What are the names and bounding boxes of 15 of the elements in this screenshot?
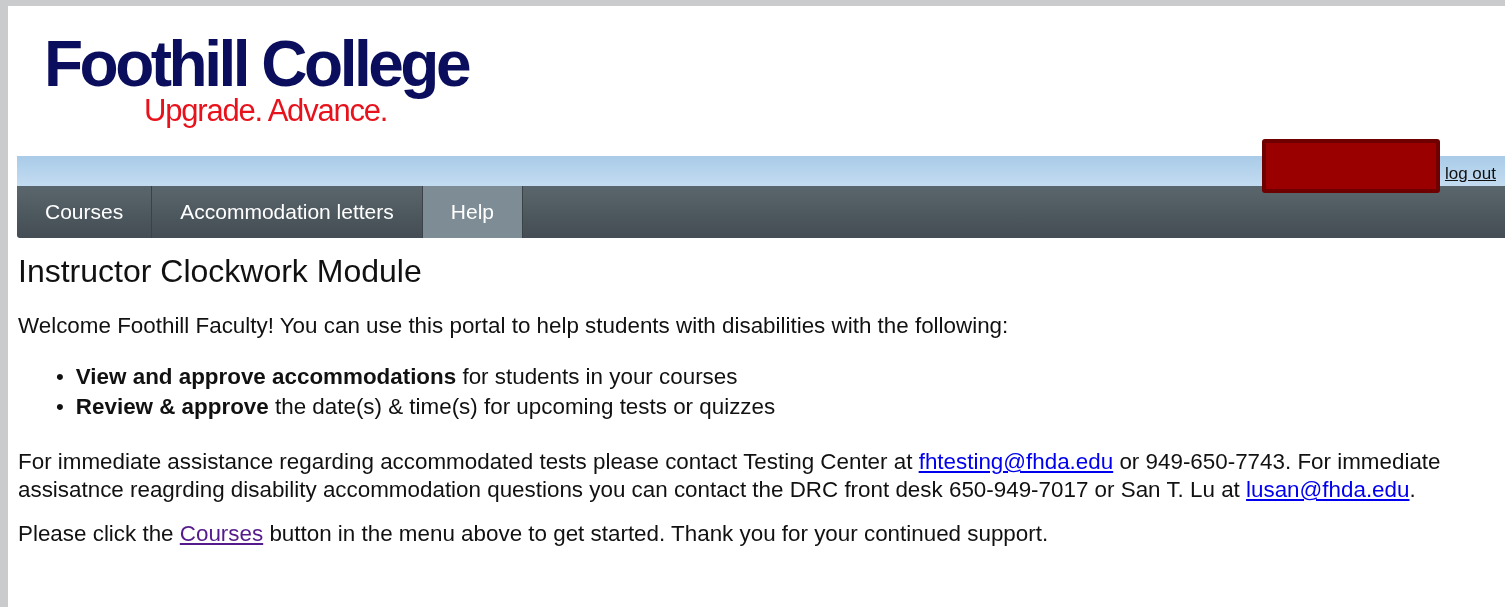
- bullet-item: Review & approve the date(s) & time(s) for upcoming tests or quizzes: [75, 393, 776, 421]
- page-title: Instructor Clockwork Module: [18, 252, 423, 290]
- nav-tab[interactable]: Accommodation letters: [152, 186, 423, 238]
- logo-tagline: Upgrade. Advance.: [144, 94, 388, 128]
- nav-tab[interactable]: Courses: [17, 186, 153, 238]
- logout-link[interactable]: log out: [1444, 164, 1505, 186]
- paragraph: Please click the Courses button in the menu above to get started. Thank you for your continued support.: [18, 520, 1050, 548]
- bullet-marker: •: [56, 393, 64, 421]
- paragraph: For immediate assistance regarding accommodated tests please contact Testing Center at fhtesting@fhda.edu or 949-650-7743. For immediate assisatnce reagrding disability accommodation questions you can contact the DRC front desk 650-949-7017 or San T. Lu at lusan@fhda.edu.: [18, 448, 1442, 504]
- text-link[interactable]: fhtesting@fhda.edu: [918, 449, 1114, 474]
- text-link[interactable]: Courses: [179, 521, 264, 546]
- bullet-marker: •: [56, 363, 64, 391]
- text-link[interactable]: lusan@fhda.edu: [1246, 477, 1410, 502]
- bullet-item: View and approve accommodations for students in your courses: [75, 363, 738, 391]
- intro-text: Welcome Foothill Faculty! You can use this portal to help students with disabilities with the following:: [18, 312, 1010, 340]
